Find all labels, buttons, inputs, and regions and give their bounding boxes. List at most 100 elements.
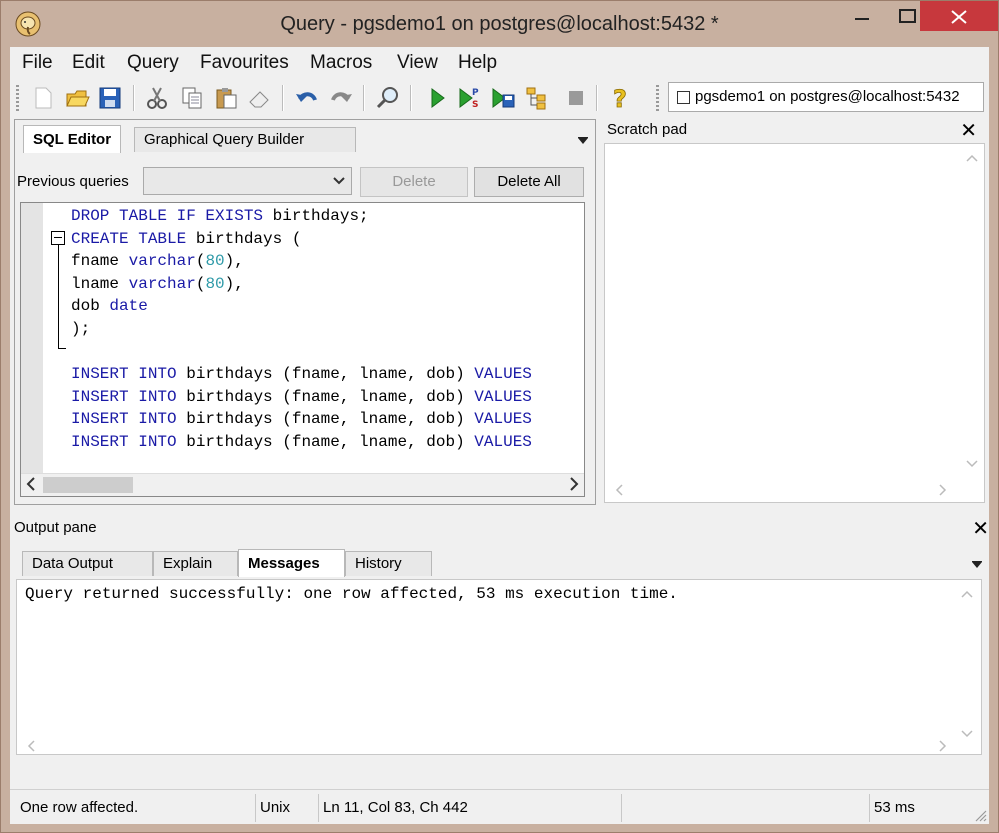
menu-query[interactable]: Query: [127, 52, 179, 74]
sql-text: birthdays;: [263, 207, 369, 225]
tab-menu-icon[interactable]: [577, 137, 589, 145]
line-gutter: [21, 203, 43, 473]
cut-icon[interactable]: [144, 85, 170, 111]
undo-icon[interactable]: [294, 85, 320, 111]
fold-toggle-icon[interactable]: [51, 231, 65, 245]
tab-explain[interactable]: Explain: [153, 551, 238, 576]
scroll-left-icon[interactable]: [615, 484, 623, 496]
sql-editor-panel: SQL Editor Graphical Query Builder Previ…: [14, 119, 596, 505]
sql-code: DROP TABLE IF EXISTS birthdays; CREATE TA…: [71, 205, 532, 454]
title-bar[interactable]: Query - pgsdemo1 on postgres@localhost:5…: [1, 1, 998, 47]
messages-output[interactable]: Query returned successfully: one row aff…: [16, 579, 982, 755]
sql-number: 80: [205, 274, 225, 293]
sql-text: birthdays (fname, lname, dob): [176, 432, 475, 451]
save-icon[interactable]: [97, 85, 123, 111]
menu-view[interactable]: View: [397, 52, 438, 74]
close-window-button[interactable]: [920, 1, 998, 31]
status-empty: [622, 794, 870, 822]
scroll-left-icon[interactable]: [26, 477, 36, 491]
minimize-button[interactable]: [839, 1, 885, 31]
resize-grip-icon[interactable]: [973, 808, 987, 822]
scroll-down-icon[interactable]: [961, 730, 973, 738]
sql-text: ),: [224, 252, 244, 271]
toolbar-grip[interactable]: [656, 85, 659, 111]
redo-icon[interactable]: [328, 85, 354, 111]
scroll-up-icon[interactable]: [966, 154, 978, 162]
cancel-icon[interactable]: [563, 85, 589, 111]
menu-favourites[interactable]: Favourites: [200, 52, 289, 74]
explain-icon[interactable]: [524, 85, 550, 111]
toolbar-separator: [282, 85, 284, 111]
sql-keyword: INSERT INTO: [71, 365, 177, 384]
scroll-left-icon[interactable]: [27, 740, 35, 752]
code-line: INSERT INTO birthdays (fname, lname, dob…: [71, 363, 532, 386]
status-cursor-position: Ln 11, Col 83, Ch 442: [319, 794, 622, 822]
application-window: Query - pgsdemo1 on postgres@localhost:5…: [0, 0, 999, 833]
sql-number: 80: [205, 252, 225, 271]
code-line: INSERT INTO birthdays (fname, lname, dob…: [71, 408, 532, 431]
tab-messages[interactable]: Messages: [238, 549, 345, 577]
sql-keyword: VALUES: [474, 432, 532, 451]
execute-to-file-icon[interactable]: [490, 85, 516, 111]
menu-macros[interactable]: Macros: [310, 52, 372, 74]
sql-code-editor[interactable]: DROP TABLE IF EXISTS birthdays; CREATE TA…: [20, 202, 585, 497]
menu-file[interactable]: File: [22, 52, 53, 74]
paste-icon[interactable]: [213, 85, 239, 111]
sql-keyword: VALUES: [474, 387, 532, 406]
sql-text: birthdays (: [186, 229, 302, 248]
sql-text: (: [195, 274, 206, 293]
scrollbar-thumb[interactable]: [43, 477, 133, 493]
scroll-right-icon[interactable]: [939, 484, 947, 496]
clear-icon[interactable]: [246, 85, 272, 111]
sql-keyword: INSERT INTO: [71, 387, 177, 406]
tab-history[interactable]: History: [345, 551, 432, 576]
code-line: INSERT INTO birthdays (fname, lname, dob…: [71, 386, 532, 409]
scroll-down-icon[interactable]: [966, 460, 978, 468]
result-message: Query returned successfully: one row aff…: [25, 585, 678, 603]
toolbar-separator: [363, 85, 365, 111]
output-pane: Output pane ✕ Data Output Explain Messag…: [14, 515, 989, 757]
tab-data-output[interactable]: Data Output: [22, 551, 153, 576]
maximize-icon: [899, 9, 916, 23]
scroll-up-icon[interactable]: [961, 590, 973, 598]
scratch-pad-close-button[interactable]: ✕: [960, 121, 977, 141]
menu-help[interactable]: Help: [458, 52, 497, 74]
sql-keyword: INSERT INTO: [71, 410, 177, 429]
menu-edit[interactable]: Edit: [72, 52, 105, 74]
tab-sql-editor[interactable]: SQL Editor: [23, 125, 122, 153]
previous-queries-dropdown[interactable]: [143, 167, 352, 195]
connection-selector[interactable]: pgsdemo1 on postgres@localhost:5432: [668, 82, 984, 112]
minimize-icon: [855, 18, 869, 20]
tab-graphical-query-builder[interactable]: Graphical Query Builder: [134, 127, 356, 152]
tab-menu-icon[interactable]: [971, 561, 983, 569]
scroll-right-icon[interactable]: [569, 477, 579, 491]
sql-text: fname: [71, 252, 129, 271]
delete-button[interactable]: Delete: [360, 167, 468, 197]
scroll-right-icon[interactable]: [939, 740, 947, 752]
editor-horizontal-scrollbar[interactable]: [21, 473, 584, 496]
editor-tabs: SQL Editor Graphical Query Builder: [15, 120, 595, 153]
open-icon[interactable]: [64, 85, 90, 111]
copy-icon[interactable]: [179, 85, 205, 111]
previous-queries-label: Previous queries: [17, 173, 129, 190]
new-icon[interactable]: [30, 85, 56, 111]
svg-text:?: ?: [613, 85, 627, 111]
sql-keyword: VALUES: [474, 365, 532, 384]
find-icon[interactable]: [375, 85, 401, 111]
svg-text:P: P: [472, 88, 479, 98]
menu-bar: File Edit Query Favourites Macros View H…: [10, 47, 989, 77]
delete-all-button[interactable]: Delete All: [474, 167, 584, 197]
sql-text: );: [71, 319, 91, 338]
help-icon[interactable]: ?: [608, 85, 634, 111]
output-pane-title: Output pane: [14, 519, 97, 536]
sql-keyword: DROP TABLE IF EXISTS: [71, 207, 264, 225]
toolbar-grip[interactable]: [16, 85, 19, 111]
output-pane-close-button[interactable]: ✕: [972, 519, 989, 539]
client-area: File Edit Query Favourites Macros View H…: [10, 47, 989, 824]
connection-checkbox[interactable]: [677, 91, 690, 104]
execute-pgscript-icon[interactable]: PS: [456, 85, 482, 111]
execute-icon[interactable]: [424, 85, 450, 111]
scratch-pad-title: Scratch pad: [607, 121, 688, 138]
scratch-pad-textarea[interactable]: [604, 143, 985, 503]
